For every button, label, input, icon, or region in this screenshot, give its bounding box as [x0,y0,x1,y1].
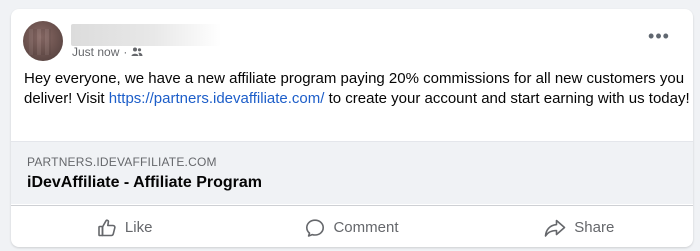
post-actions-bar: Like Comment Share [11,205,693,247]
post-link[interactable]: https://partners.idevaffiliate.com/ [109,90,325,107]
post-text: Hey everyone, we have a new affiliate pr… [24,69,690,109]
link-preview[interactable]: PARTNERS.IDEVAFFILIATE.COM iDevAffiliate… [11,141,693,204]
like-label: Like [124,219,153,236]
link-preview-title[interactable]: iDevAffiliate - Affiliate Program [27,174,262,192]
comment-label: Comment [333,219,399,236]
post-meta: Just now · [72,45,143,59]
post-card: Just now · ••• Hey everyone, we have a n… [11,9,693,247]
post-text-after-link: to create your account and start earning… [324,90,690,107]
like-button[interactable]: Like [11,206,238,247]
post-timestamp[interactable]: Just now [72,45,119,59]
more-options-icon[interactable]: ••• [645,24,673,48]
comment-icon [305,218,325,238]
comment-button[interactable]: Comment [238,206,465,247]
author-name-redacted[interactable] [71,24,221,46]
post-header: Just now · ••• [23,21,683,63]
link-preview-domain: PARTNERS.IDEVAFFILIATE.COM [27,155,217,169]
share-label: Share [574,219,615,236]
friends-icon[interactable] [131,46,143,58]
meta-separator: · [123,45,128,59]
author-avatar[interactable] [23,21,63,61]
thumbs-up-icon [97,218,117,238]
share-button[interactable]: Share [466,206,693,247]
share-icon [544,218,566,238]
